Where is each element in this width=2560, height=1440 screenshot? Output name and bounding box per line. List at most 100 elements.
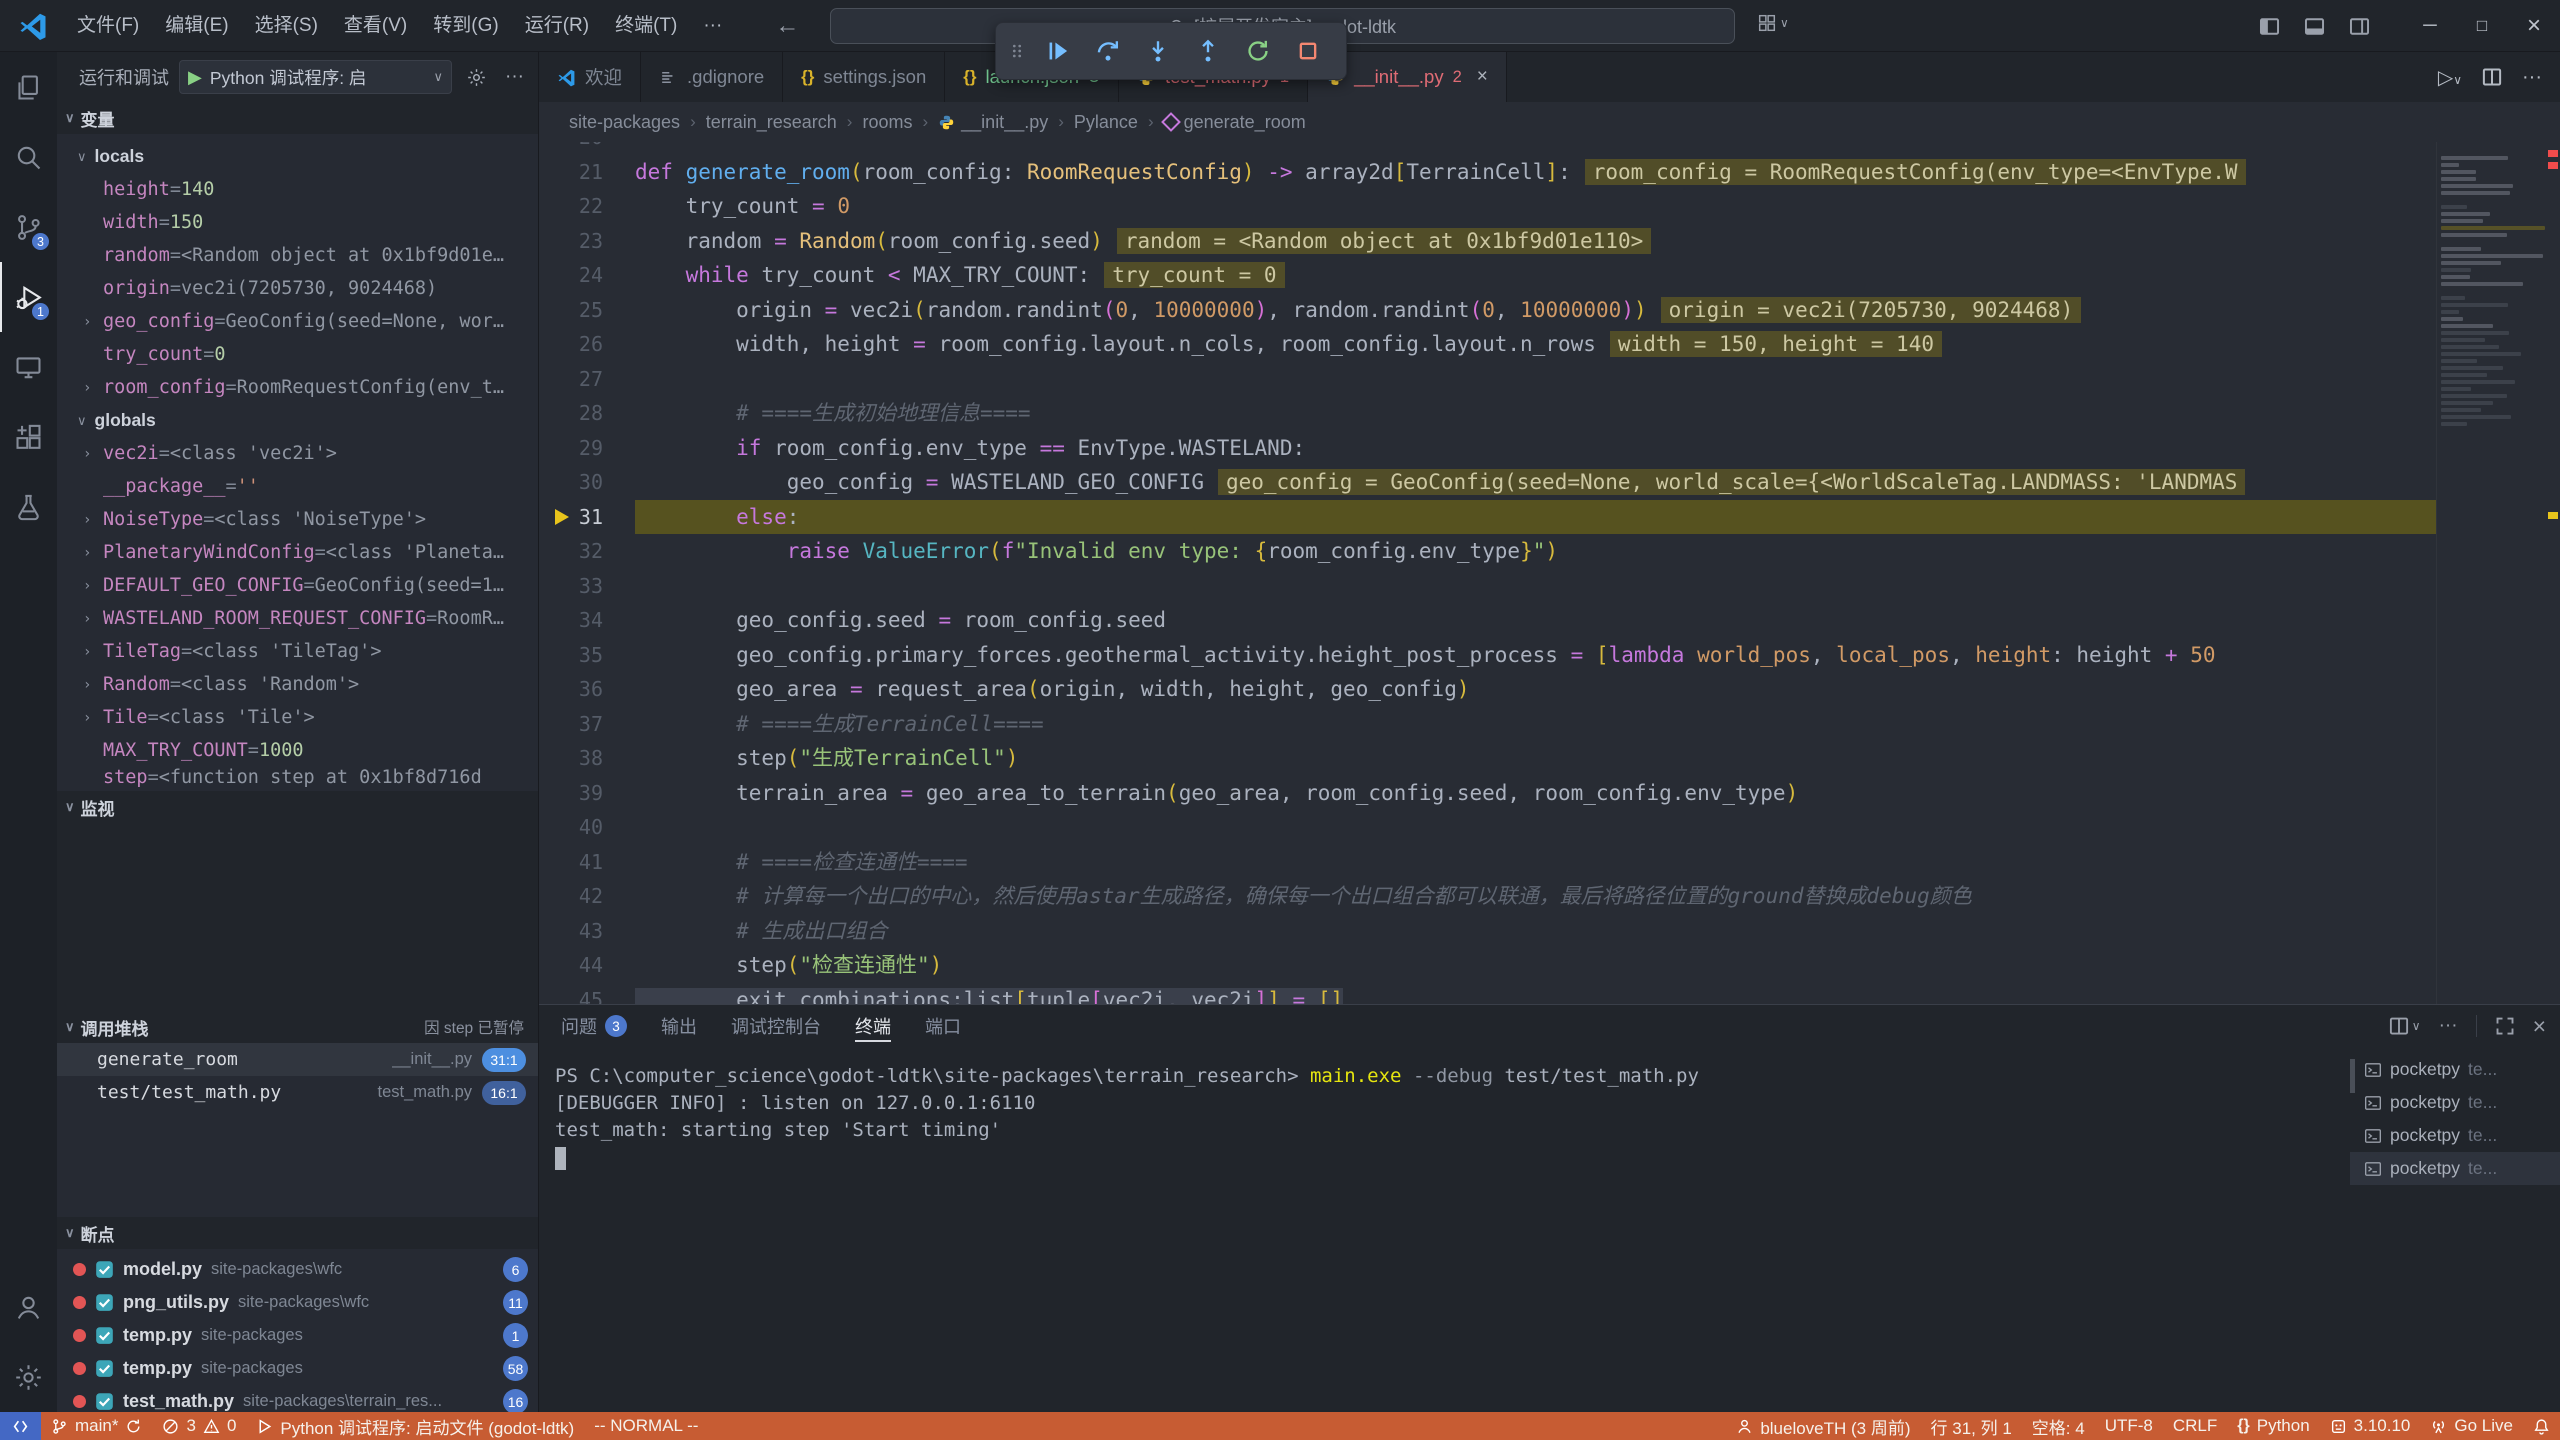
- line-number[interactable]: 28: [539, 396, 635, 431]
- menu-item[interactable]: 编辑(E): [152, 8, 241, 44]
- menu-item[interactable]: 运行(R): [512, 8, 602, 44]
- line-number[interactable]: 22: [539, 189, 635, 224]
- breakpoint-checkbox[interactable]: [95, 1293, 114, 1312]
- start-debug-icon[interactable]: ▶: [188, 67, 202, 88]
- variable-row[interactable]: __package__ = '': [57, 470, 538, 503]
- terminal[interactable]: PS C:\computer_science\godot-ldtk\site-p…: [539, 1047, 2345, 1412]
- statusbar-debug-status[interactable]: Python 调试程序: 启动文件 (godot-ldtk): [246, 1412, 584, 1440]
- variable-row[interactable]: random = <Random object at 0x1bf9d01e…: [57, 239, 538, 272]
- code-line[interactable]: 36 geo_area = request_area(origin, width…: [539, 672, 2436, 707]
- statusbar-notifications[interactable]: [2523, 1412, 2560, 1440]
- statusbar-encoding[interactable]: UTF-8: [2095, 1412, 2163, 1440]
- code-line[interactable]: 20: [539, 142, 2436, 155]
- breadcrumb-item[interactable]: rooms: [862, 112, 912, 133]
- breadcrumb-item[interactable]: Pylance: [1074, 112, 1138, 133]
- panel-tab-端口[interactable]: 端口: [925, 1005, 961, 1047]
- line-number[interactable]: 27: [539, 362, 635, 397]
- activitybar-account-icon[interactable]: [0, 1272, 57, 1342]
- line-number[interactable]: 37: [539, 707, 635, 742]
- variable-row[interactable]: MAX_TRY_COUNT = 1000: [57, 734, 538, 767]
- variable-row[interactable]: origin = vec2i(7205730, 9024468): [57, 272, 538, 305]
- debug-restart-icon[interactable]: [1236, 29, 1280, 73]
- tab-.gdignore[interactable]: .gdignore: [641, 52, 783, 102]
- breadcrumb-item[interactable]: terrain_research: [706, 112, 837, 133]
- variable-row[interactable]: ›DEFAULT_GEO_CONFIG = GeoConfig(seed=1…: [57, 569, 538, 602]
- statusbar-eol[interactable]: CRLF: [2163, 1412, 2227, 1440]
- callstack-header[interactable]: ∨调用堆栈 因 step 已暂停: [57, 1011, 538, 1043]
- menu-item[interactable]: 选择(S): [242, 8, 331, 44]
- code-line[interactable]: 28 # ====生成初始地理信息====: [539, 396, 2436, 431]
- line-number[interactable]: 20: [539, 142, 635, 155]
- statusbar-indentation[interactable]: 空格: 4: [2022, 1412, 2095, 1440]
- terminal-list-scrollbar[interactable]: [2350, 1059, 2355, 1093]
- nav-back-icon[interactable]: ←: [775, 12, 799, 40]
- launch-config-dropdown[interactable]: ▶ Python 调试程序: 启 ∨: [179, 60, 452, 94]
- toggle-panel-icon[interactable]: [2304, 16, 2325, 37]
- line-number[interactable]: 30: [539, 465, 635, 500]
- variable-row[interactable]: ›geo_config = GeoConfig(seed=None, wor…: [57, 305, 538, 338]
- gear-icon[interactable]: [462, 67, 491, 88]
- activitybar-source-control-icon[interactable]: 3: [0, 192, 57, 262]
- variable-row[interactable]: ›TileTag = <class 'TileTag'>: [57, 635, 538, 668]
- code-editor[interactable]: 2021def generate_room(room_config: RoomR…: [539, 142, 2560, 1004]
- breakpoint-checkbox[interactable]: [95, 1392, 114, 1411]
- line-number[interactable]: 41: [539, 845, 635, 880]
- statusbar-problems[interactable]: 30: [152, 1412, 246, 1440]
- stack-frame[interactable]: generate_room__init__.py31:1: [57, 1043, 538, 1076]
- activitybar-run-debug-icon[interactable]: 1: [0, 262, 57, 332]
- activitybar-settings-icon[interactable]: [0, 1342, 57, 1412]
- line-number[interactable]: 34: [539, 603, 635, 638]
- panel-maximize-icon[interactable]: [2495, 1016, 2515, 1036]
- panel-tab-问题[interactable]: 问题3: [561, 1005, 627, 1047]
- tab-settings.json[interactable]: {}settings.json: [783, 52, 945, 102]
- toolbar-grip-icon[interactable]: [1004, 29, 1030, 73]
- code-line[interactable]: 29 if room_config.env_type == EnvType.WA…: [539, 431, 2436, 466]
- code-line[interactable]: 23 random = Random(room_config.seed)rand…: [539, 224, 2436, 259]
- minimap[interactable]: [2436, 142, 2546, 1004]
- panel-close-icon[interactable]: ×: [2533, 1013, 2546, 1040]
- breakpoint-row[interactable]: temp.pysite-packages1: [57, 1319, 538, 1352]
- debug-step-over-icon[interactable]: [1086, 29, 1130, 73]
- variable-row[interactable]: ›Tile = <class 'Tile'>: [57, 701, 538, 734]
- line-number[interactable]: 26: [539, 327, 635, 362]
- code-line[interactable]: 31 else:: [539, 500, 2436, 535]
- line-number[interactable]: 32: [539, 534, 635, 569]
- variable-row[interactable]: try_count = 0: [57, 338, 538, 371]
- variable-row[interactable]: width = 150: [57, 206, 538, 239]
- activitybar-remote-explorer-icon[interactable]: [0, 332, 57, 402]
- code-line[interactable]: 34 geo_config.seed = room_config.seed: [539, 603, 2436, 638]
- line-number[interactable]: 39: [539, 776, 635, 811]
- line-number[interactable]: 23: [539, 224, 635, 259]
- run-python-file-icon[interactable]: ▷∨: [2438, 65, 2462, 90]
- terminal-instance[interactable]: pocketpyte...: [2350, 1152, 2560, 1185]
- terminal-instance[interactable]: pocketpyte...: [2350, 1119, 2560, 1152]
- variables-header[interactable]: ∨变量: [57, 102, 538, 134]
- debug-step-into-icon[interactable]: [1136, 29, 1180, 73]
- line-number[interactable]: 21: [539, 155, 635, 190]
- debug-step-out-icon[interactable]: [1186, 29, 1230, 73]
- breakpoint-checkbox[interactable]: [95, 1326, 114, 1345]
- panel-more-actions-icon[interactable]: ···: [2439, 1015, 2458, 1037]
- menu-item[interactable]: 转到(G): [420, 8, 511, 44]
- breakpoint-row[interactable]: model.pysite-packages\wfc6: [57, 1253, 538, 1286]
- code-line[interactable]: 43 # 生成出口组合: [539, 914, 2436, 949]
- code-line[interactable]: 40: [539, 810, 2436, 845]
- code-line[interactable]: 42 # 计算每一个出口的中心，然后使用astar生成路径，确保每一个出口组合都…: [539, 879, 2436, 914]
- line-number[interactable]: 29: [539, 431, 635, 466]
- activitybar-explorer-icon[interactable]: [0, 52, 57, 122]
- statusbar-git-user[interactable]: blueloveTH (3 周前): [1726, 1412, 1920, 1440]
- more-actions-icon[interactable]: ···: [501, 66, 528, 88]
- code-line[interactable]: 38 step("生成TerrainCell"): [539, 741, 2436, 776]
- window-close-button[interactable]: ×: [2508, 0, 2560, 52]
- menu-item[interactable]: ···: [690, 8, 735, 44]
- code-line[interactable]: 25 origin = vec2i(random.randint(0, 1000…: [539, 293, 2436, 328]
- menu-item[interactable]: 终端(T): [602, 8, 690, 44]
- activitybar-testing-icon[interactable]: [0, 472, 57, 542]
- code-line[interactable]: 26 width, height = room_config.layout.n_…: [539, 327, 2436, 362]
- statusbar-remote-indicator[interactable]: [0, 1412, 41, 1440]
- code-line[interactable]: 30 geo_config = WASTELAND_GEO_CONFIGgeo_…: [539, 465, 2436, 500]
- statusbar-cursor-position[interactable]: 行 31, 列 1: [1921, 1412, 2022, 1440]
- tab-close-icon[interactable]: ×: [1477, 66, 1488, 88]
- code-line[interactable]: 33: [539, 569, 2436, 604]
- toggle-secondary-sidebar-icon[interactable]: [2349, 16, 2370, 37]
